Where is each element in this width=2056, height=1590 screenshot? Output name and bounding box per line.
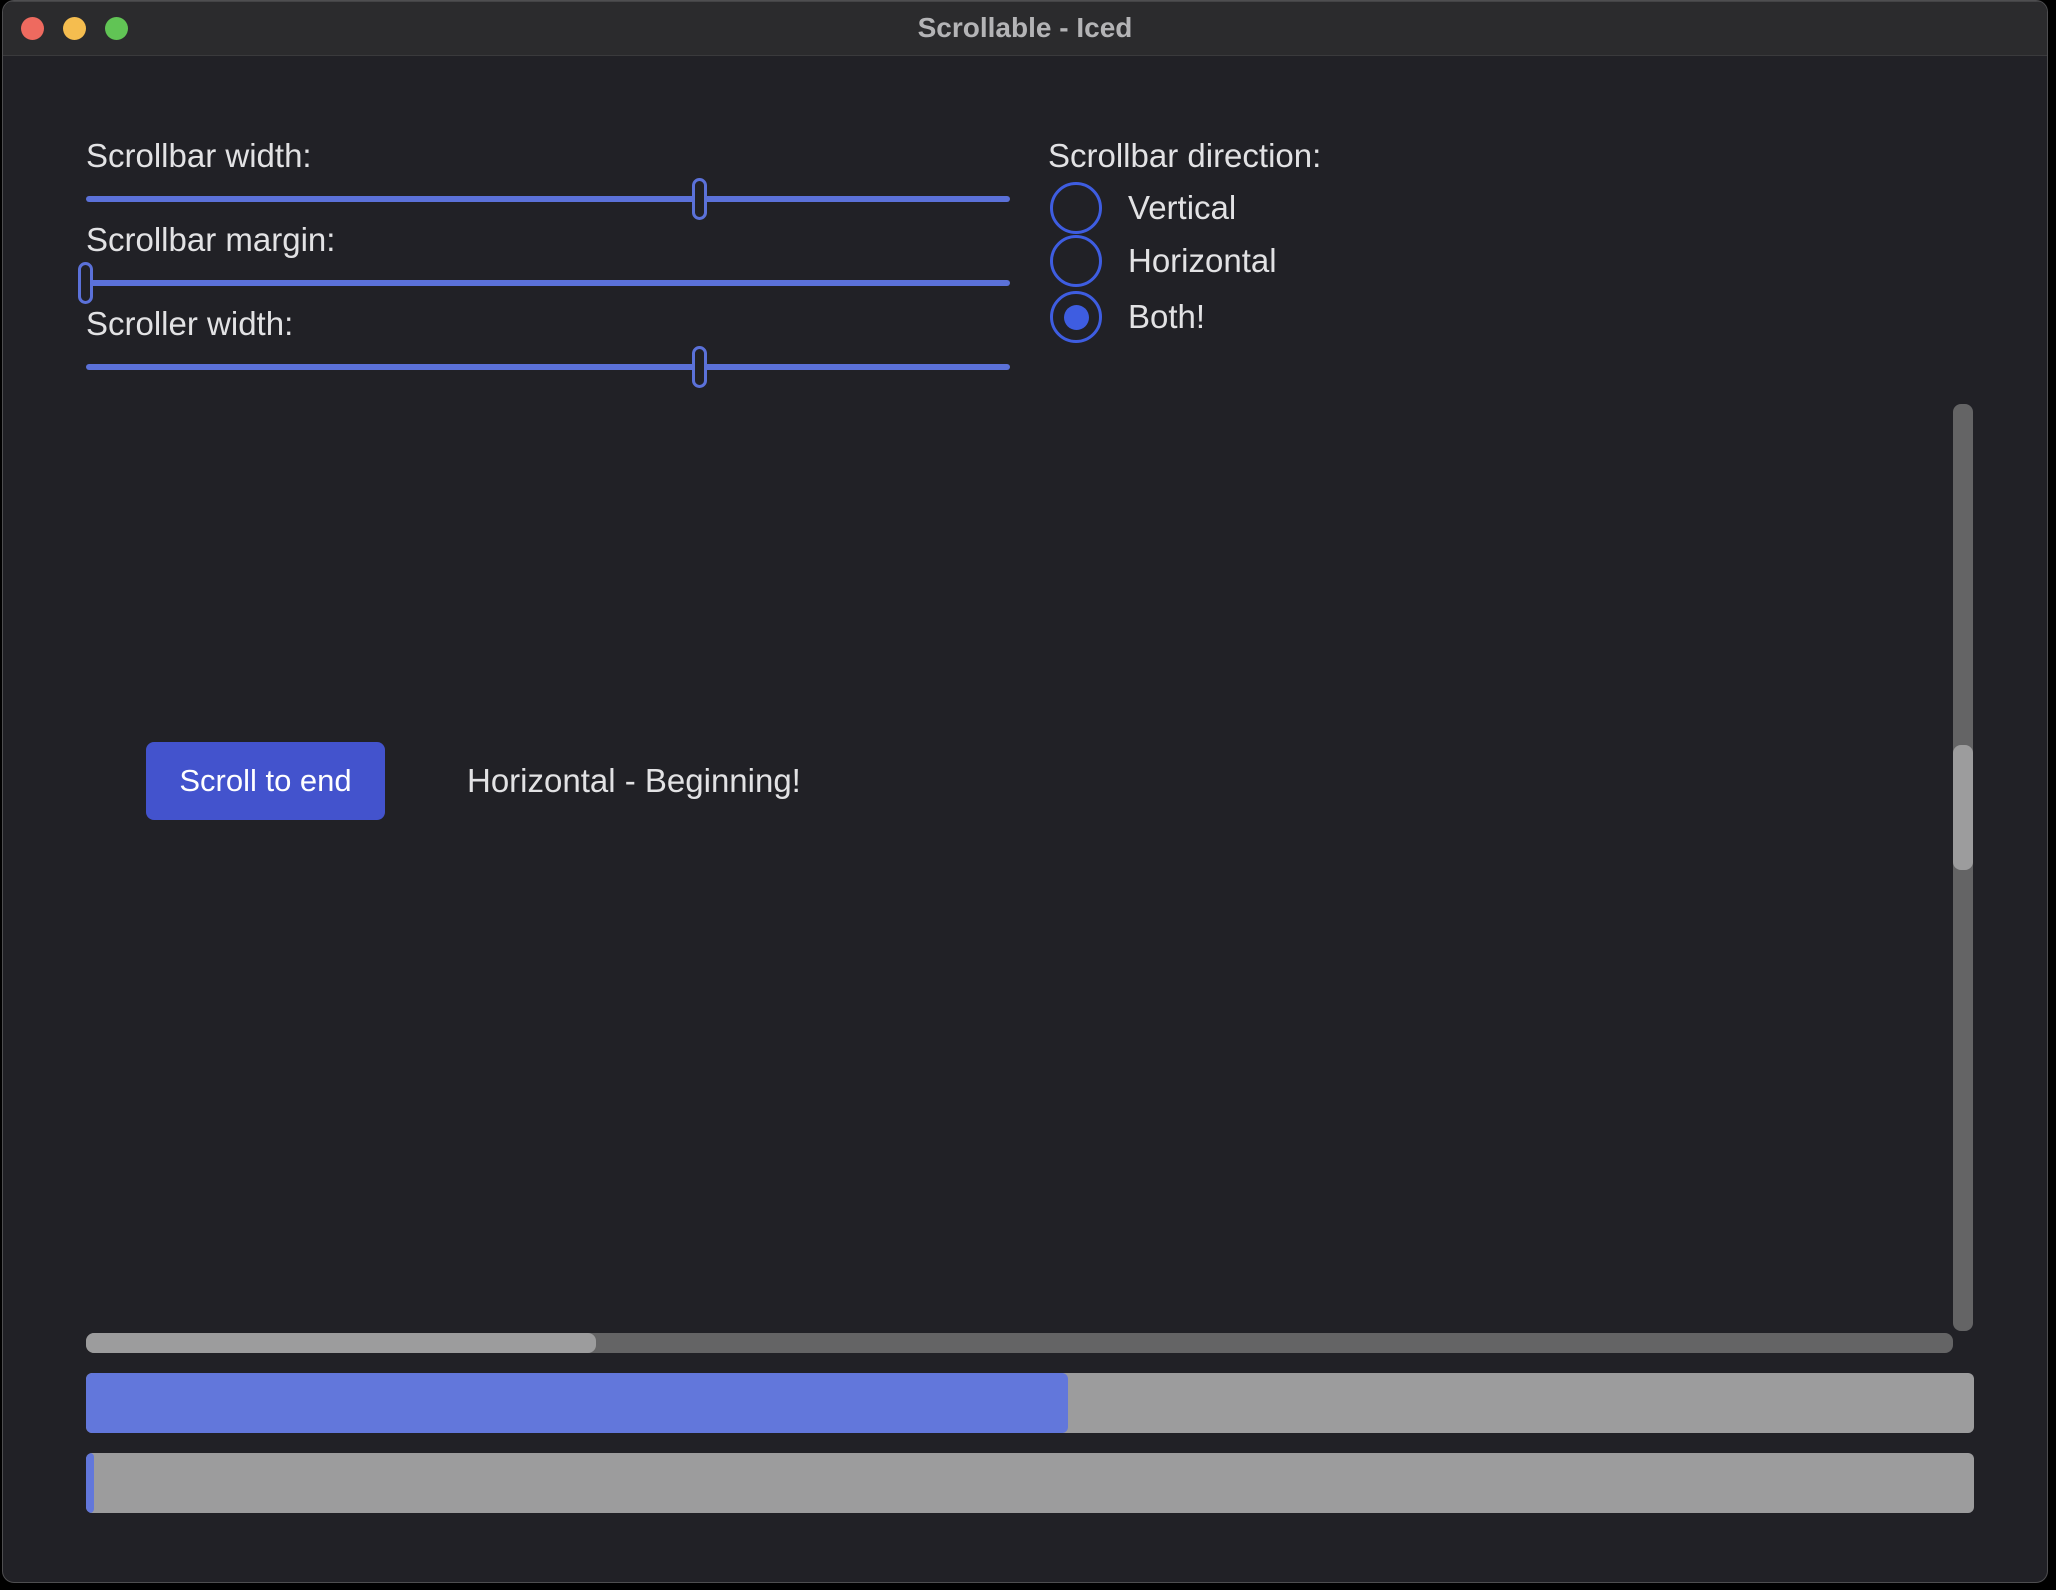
scroller-width-slider[interactable]	[86, 345, 1010, 389]
radio-dot-icon	[1064, 305, 1089, 330]
scrollbar-margin-label: Scrollbar margin:	[86, 221, 335, 259]
titlebar[interactable]: Scrollable - Iced	[3, 1, 2047, 56]
scrollbar-direction-label: Scrollbar direction:	[1048, 137, 1321, 175]
scroller-width-label: Scroller width:	[86, 305, 293, 343]
radio-label: Horizontal	[1128, 242, 1277, 280]
radio-label: Vertical	[1128, 189, 1236, 227]
scrollbar-width-label: Scrollbar width:	[86, 137, 312, 175]
radio-circle-icon[interactable]	[1050, 235, 1102, 287]
radio-vertical[interactable]: Vertical	[1050, 182, 1236, 234]
slider-handle[interactable]	[78, 262, 93, 304]
scrollbar-margin-slider[interactable]	[86, 261, 1010, 305]
horizontal-scroller[interactable]	[86, 1333, 596, 1353]
scroll-to-end-button[interactable]: Scroll to end	[146, 742, 385, 820]
progress-bar-1	[86, 1373, 1974, 1433]
radio-circle-icon[interactable]	[1050, 291, 1102, 343]
slider-handle[interactable]	[692, 178, 707, 220]
slider-track[interactable]	[86, 196, 1010, 202]
slider-track[interactable]	[86, 364, 1010, 370]
scrollbar-width-slider[interactable]	[86, 177, 1010, 221]
radio-horizontal[interactable]: Horizontal	[1050, 235, 1277, 287]
radio-circle-icon[interactable]	[1050, 182, 1102, 234]
vertical-scroller[interactable]	[1953, 745, 1973, 870]
progress-bar-1-fill	[86, 1373, 1068, 1433]
progress-bar-2	[86, 1453, 1974, 1513]
slider-handle[interactable]	[692, 346, 707, 388]
horizontal-scroll-status-text: Horizontal - Beginning!	[467, 742, 801, 820]
window-title: Scrollable - Iced	[3, 1, 2047, 55]
vertical-scrollbar[interactable]	[1953, 404, 1973, 1331]
radio-both[interactable]: Both!	[1050, 291, 1205, 343]
app-window: Scrollable - Iced Scrollbar width: Scrol…	[2, 0, 2048, 1583]
horizontal-scrollbar[interactable]	[86, 1333, 1953, 1353]
slider-track[interactable]	[86, 280, 1010, 286]
progress-bar-2-fill	[86, 1453, 94, 1513]
radio-label: Both!	[1128, 298, 1205, 336]
